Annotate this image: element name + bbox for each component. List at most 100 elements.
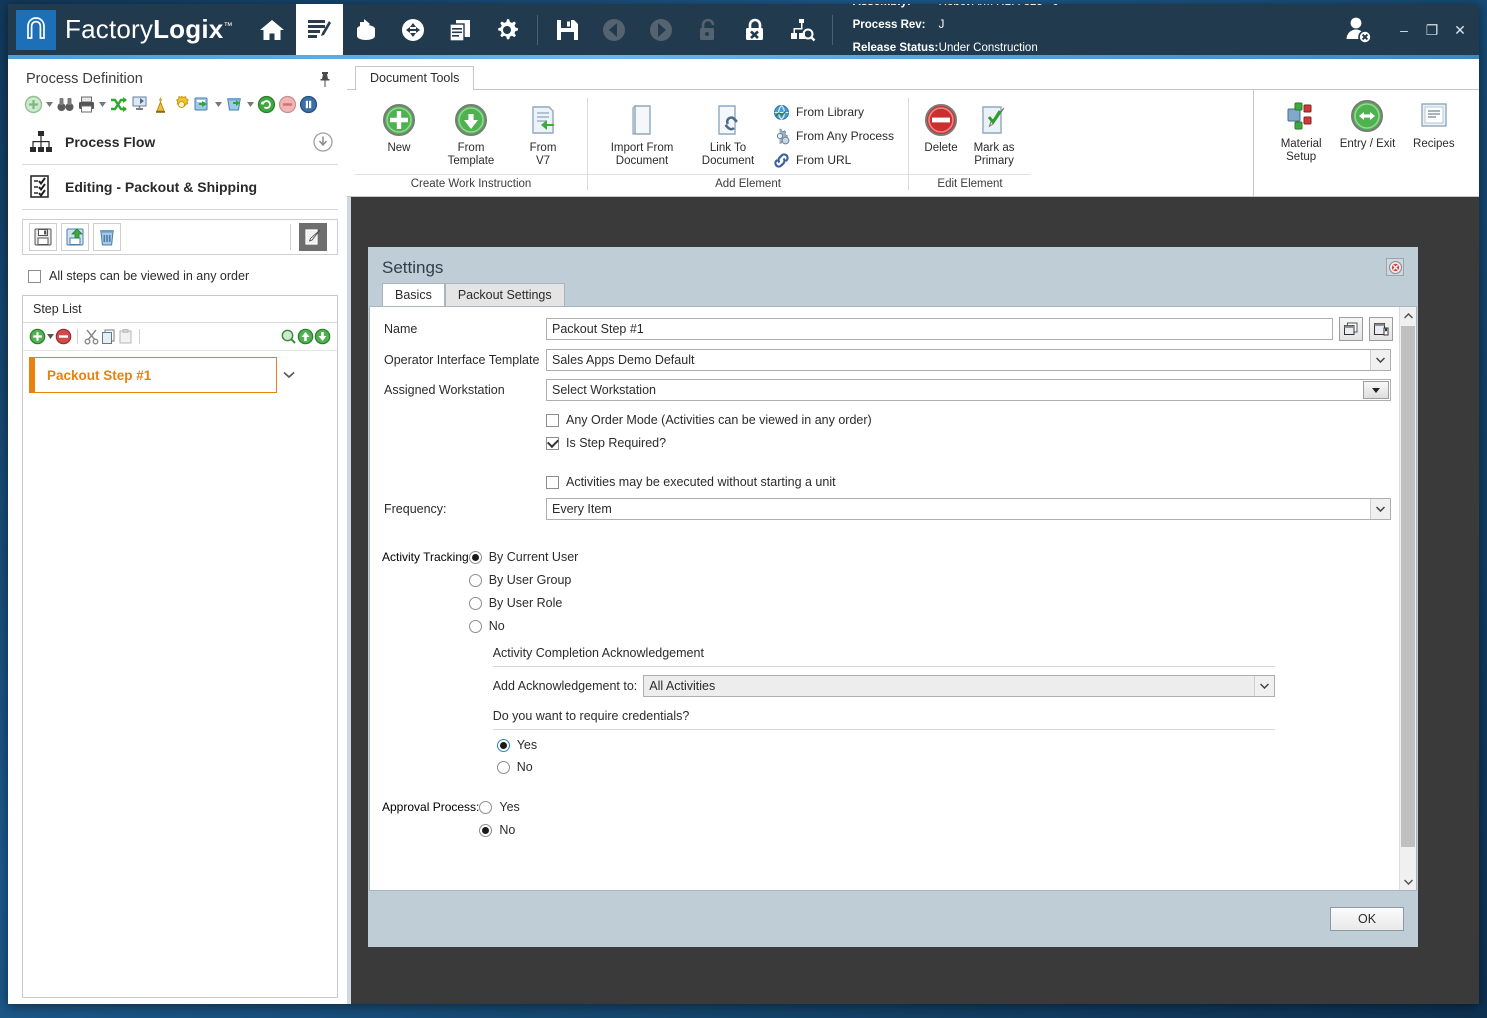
scrollbar-track[interactable] <box>1400 324 1416 873</box>
user-logout-icon[interactable] <box>1341 13 1375 47</box>
frequency-select[interactable]: Every Item <box>546 498 1391 520</box>
any-order-mode-checkbox[interactable]: Any Order Mode (Activities can be viewed… <box>546 413 1404 427</box>
print-dropdown-caret[interactable] <box>98 95 107 114</box>
from-url-button[interactable]: From URL <box>770 148 900 172</box>
is-step-required-box[interactable] <box>546 436 559 450</box>
deploy-icon[interactable] <box>130 95 149 114</box>
paste-icon[interactable] <box>117 328 134 345</box>
save-as-button[interactable] <box>61 223 89 251</box>
copy-window-icon[interactable] <box>1339 317 1363 341</box>
link-to-document-button[interactable]: Link To Document <box>688 98 768 172</box>
save-icon[interactable] <box>544 4 591 55</box>
radio-by-current-user-dot[interactable] <box>468 550 482 564</box>
no-unit-start-box[interactable] <box>546 475 559 489</box>
pause-icon[interactable] <box>299 95 318 114</box>
home-icon[interactable] <box>249 4 296 55</box>
radio-by-current-user[interactable]: By Current User <box>468 550 1404 564</box>
settings-gear-icon[interactable] <box>484 4 531 55</box>
radio-approval-no-dot[interactable] <box>479 823 493 837</box>
remove-icon[interactable] <box>278 95 297 114</box>
lock-cancel-icon[interactable] <box>732 4 779 55</box>
from-any-process-button[interactable]: From Any Process <box>770 124 900 148</box>
import-from-document-button[interactable]: Import From Document <box>596 98 688 172</box>
radio-tracking-no[interactable]: No <box>468 619 1404 633</box>
navigate-icon[interactable] <box>390 4 437 55</box>
edit-mode-button[interactable] <box>299 223 327 251</box>
copy-icon[interactable] <box>100 328 117 345</box>
from-template-button[interactable]: From Template <box>435 98 507 172</box>
scroll-up-icon[interactable] <box>1400 307 1416 324</box>
discard-button[interactable] <box>93 223 121 251</box>
template-select[interactable]: Sales Apps Demo Default <box>546 349 1391 371</box>
save-window-icon[interactable] <box>1369 317 1393 341</box>
radio-by-user-role[interactable]: By User Role <box>468 596 1404 610</box>
new-button[interactable]: New <box>363 98 435 159</box>
from-library-button[interactable]: From Library <box>770 100 900 124</box>
maximize-button[interactable]: ❐ <box>1419 17 1445 43</box>
acknowledgement-select[interactable]: All Activities <box>643 675 1275 697</box>
back-arrow-icon[interactable] <box>591 4 638 55</box>
radio-credentials-no[interactable]: No <box>493 752 1275 774</box>
tab-packout-settings[interactable]: Packout Settings <box>444 283 565 306</box>
radio-approval-yes-dot[interactable] <box>479 800 493 814</box>
chevron-down-icon[interactable] <box>1370 350 1390 370</box>
scrollbar-thumb[interactable] <box>1401 326 1415 847</box>
chevron-down-icon[interactable] <box>277 371 301 379</box>
refresh-icon[interactable] <box>257 95 276 114</box>
name-input[interactable]: Packout Step #1 <box>546 318 1333 340</box>
unlock-icon[interactable] <box>685 4 732 55</box>
shuffle-icon[interactable] <box>109 95 128 114</box>
export-dropdown-caret[interactable] <box>214 95 223 114</box>
minimize-button[interactable]: – <box>1391 17 1417 43</box>
no-unit-start-checkbox[interactable]: Activities may be executed without start… <box>546 475 1404 489</box>
move-down-icon[interactable] <box>314 328 331 345</box>
list-item[interactable]: Packout Step #1 <box>29 357 277 393</box>
process-definition-icon[interactable] <box>295 4 343 55</box>
any-order-mode-box[interactable] <box>546 413 559 427</box>
collapse-down-icon[interactable] <box>312 131 334 153</box>
tab-document-tools[interactable]: Document Tools <box>355 66 475 90</box>
radio-by-user-role-dot[interactable] <box>468 596 482 610</box>
workstation-select[interactable]: Select Workstation <box>546 379 1391 401</box>
close-button[interactable]: ✕ <box>1447 17 1473 43</box>
recipes-button[interactable]: Recipes <box>1401 94 1467 155</box>
binoculars-icon[interactable] <box>56 95 75 114</box>
add-step-caret[interactable] <box>46 327 55 346</box>
scroll-down-icon[interactable] <box>1400 873 1416 890</box>
tab-basics[interactable]: Basics <box>382 283 445 306</box>
find-step-icon[interactable] <box>280 328 297 345</box>
radio-credentials-no-dot[interactable] <box>496 760 510 774</box>
radio-approval-yes[interactable]: Yes <box>479 800 1404 814</box>
add-step-icon[interactable] <box>29 328 46 345</box>
export-icon[interactable] <box>193 95 212 114</box>
remove-step-icon[interactable] <box>55 328 72 345</box>
save-button[interactable] <box>29 223 57 251</box>
pin-icon[interactable] <box>318 71 332 87</box>
chevron-down-icon[interactable] <box>1370 499 1390 519</box>
material-setup-button[interactable]: Material Setup <box>1268 94 1334 168</box>
entry-exit-button[interactable]: Entry / Exit <box>1334 94 1400 155</box>
close-icon[interactable] <box>1386 258 1404 276</box>
all-steps-any-order-checkbox[interactable]: All steps can be viewed in any order <box>22 255 338 295</box>
forward-arrow-icon[interactable] <box>638 4 685 55</box>
gear-star-icon[interactable] <box>172 95 191 114</box>
is-step-required-checkbox[interactable]: Is Step Required? <box>546 436 1404 450</box>
any-order-checkbox-box[interactable] <box>28 269 41 283</box>
print-icon[interactable] <box>77 95 96 114</box>
import-dropdown-caret[interactable] <box>246 95 255 114</box>
chevron-down-icon[interactable] <box>1253 676 1274 696</box>
ok-button[interactable]: OK <box>1330 907 1404 931</box>
process-search-icon[interactable] <box>779 4 826 55</box>
radio-credentials-yes-dot[interactable] <box>496 738 510 752</box>
radio-by-user-group-dot[interactable] <box>468 573 482 587</box>
radio-credentials-yes[interactable]: Yes <box>493 730 1275 752</box>
cut-icon[interactable] <box>83 328 100 345</box>
inventory-icon[interactable] <box>343 4 390 55</box>
from-v7-button[interactable]: From V7 <box>507 98 579 172</box>
bell-icon[interactable] <box>151 95 170 114</box>
radio-by-user-group[interactable]: By User Group <box>468 573 1404 587</box>
mark-as-primary-button[interactable]: Mark as Primary <box>965 98 1023 172</box>
add-icon[interactable] <box>24 95 43 114</box>
import-icon[interactable] <box>225 95 244 114</box>
add-dropdown-caret[interactable] <box>45 95 54 114</box>
